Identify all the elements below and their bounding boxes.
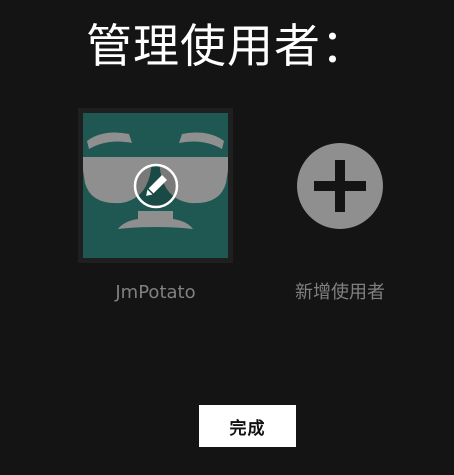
avatar[interactable]	[83, 113, 228, 258]
page-title: 管理使用者：	[86, 19, 368, 73]
done-button[interactable]: 完成	[199, 405, 296, 447]
plus-circle-icon	[297, 142, 383, 229]
add-profile-icon-area	[280, 108, 400, 263]
add-profile-button[interactable]: 新增使用者	[280, 108, 400, 305]
add-profile-label: 新增使用者	[295, 282, 385, 303]
profile-name-label: JmPotato	[115, 282, 196, 303]
pencil-icon[interactable]	[132, 162, 180, 210]
manage-profiles-screen: 管理使用者： JmPotato 新增使用者 完成	[0, 0, 454, 475]
profile-card-jmpotato[interactable]: JmPotato	[78, 108, 233, 305]
avatar-frame	[78, 108, 233, 263]
